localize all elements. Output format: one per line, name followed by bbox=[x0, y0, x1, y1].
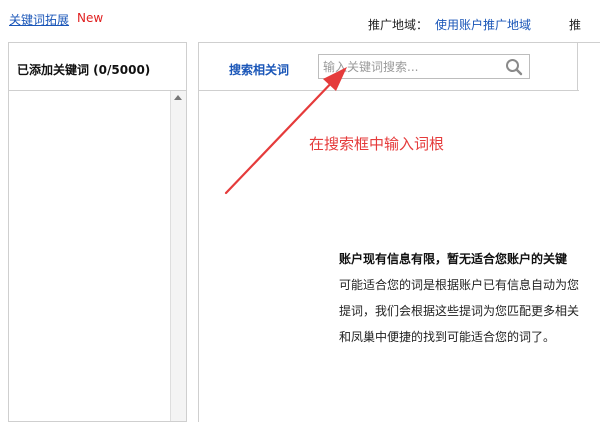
keyword-tool-page: 关键词拓展 New 推广地域： 使用账户推广地域 推 已添加关键词 (0/500… bbox=[0, 0, 600, 426]
annotation-text: 在搜索框中输入词根 bbox=[309, 135, 445, 153]
added-keywords-list[interactable] bbox=[9, 91, 186, 421]
new-badge: New bbox=[77, 11, 104, 25]
keyword-expand-link[interactable]: 关键词拓展 bbox=[9, 11, 69, 28]
truncated-top-text: 推 bbox=[569, 18, 582, 32]
region-value-link[interactable]: 使用账户推广地域 bbox=[435, 16, 531, 33]
list-scrollbar[interactable] bbox=[170, 91, 186, 421]
added-keywords-title: 已添加关键词 (0/5000) bbox=[9, 43, 186, 91]
search-related-panel: 搜索相关词 在搜索框中输入词根 账户现有信息有限，暂无适合您账户的关键 可能适合… bbox=[198, 42, 600, 422]
added-keywords-panel: 已添加关键词 (0/5000) bbox=[8, 42, 187, 422]
region-label: 推广地域： bbox=[368, 18, 429, 32]
scroll-up-arrow-icon[interactable] bbox=[174, 95, 182, 100]
message-line-2: 提词，我们会根据这些提词为您匹配更多相关 bbox=[339, 304, 579, 318]
message-title: 账户现有信息有限，暂无适合您账户的关键 bbox=[339, 252, 568, 266]
message-line-3: 和凤巢中便捷的找到可能适合您的词了。 bbox=[339, 330, 556, 344]
message-line-1: 可能适合您的词是根据账户已有信息自动为您 bbox=[339, 278, 579, 292]
